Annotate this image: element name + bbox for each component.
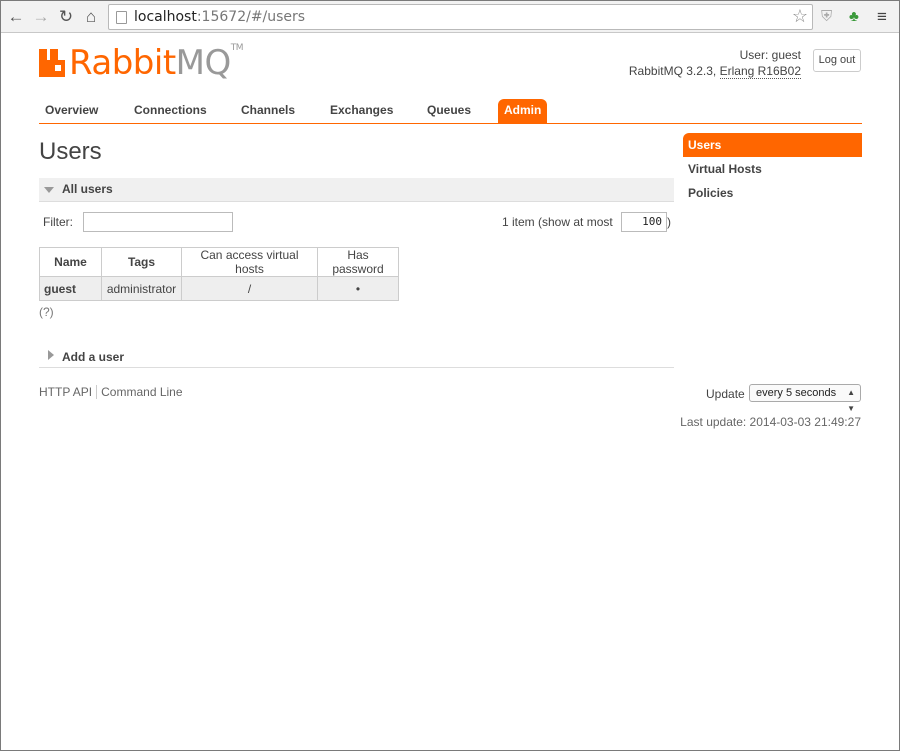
tab-channels[interactable]: Channels	[235, 99, 301, 123]
tab-exchanges[interactable]: Exchanges	[324, 99, 399, 123]
filter-label: Filter:	[43, 215, 73, 229]
tab-connections[interactable]: Connections	[128, 99, 213, 123]
update-interval-value: every 5 seconds	[756, 387, 837, 399]
sidebar-item-virtual-hosts[interactable]: Virtual Hosts	[683, 157, 862, 181]
users-table: Name Tags Can access virtual hosts Has p…	[39, 247, 399, 301]
url-path: :15672/#/users	[196, 9, 306, 25]
footer-divider	[96, 385, 98, 399]
collapse-triangle-icon	[44, 187, 54, 193]
user-vhosts: /	[181, 276, 318, 301]
tab-admin[interactable]: Admin	[498, 99, 548, 123]
sidebar-item-users[interactable]: Users	[683, 133, 862, 157]
tab-overview[interactable]: Overview	[39, 99, 104, 123]
main-tabs: Overview Connections Channels Exchanges …	[39, 99, 862, 124]
update-interval-select[interactable]: every 5 seconds ▲ ▼	[749, 384, 861, 413]
forward-icon[interactable]: →	[30, 6, 52, 28]
shield-icon[interactable]: ⛨	[821, 6, 832, 28]
http-api-link[interactable]: HTTP API	[39, 385, 92, 399]
close-paren: )	[667, 215, 671, 229]
back-icon[interactable]: ←	[5, 6, 27, 28]
sidebar-item-policies[interactable]: Policies	[683, 181, 862, 205]
filter-input[interactable]	[83, 212, 233, 232]
table-header-row: Name Tags Can access virtual hosts Has p…	[39, 247, 399, 277]
all-users-header[interactable]: All users	[39, 178, 674, 202]
help-link[interactable]: (?)	[39, 305, 54, 319]
version-text: RabbitMQ 3.2.3,	[628, 64, 717, 78]
footer-links: HTTP API Command Line	[39, 385, 183, 399]
expand-triangle-icon	[48, 350, 54, 360]
command-line-link[interactable]: Command Line	[101, 385, 182, 399]
home-icon[interactable]: ⌂	[80, 6, 102, 28]
menu-icon[interactable]: ≡	[877, 6, 887, 28]
last-update: Last update: 2014-03-03 21:49:27	[680, 415, 861, 429]
select-arrows-icon: ▲ ▼	[847, 388, 855, 413]
user-name-link[interactable]: guest	[39, 276, 102, 301]
address-bar[interactable]: localhost:15672/#/users ☆	[108, 4, 813, 30]
col-tags[interactable]: Tags	[101, 247, 182, 277]
user-has-password: •	[317, 276, 399, 301]
user-info: User: guest RabbitMQ 3.2.3, Erlang R16B0…	[629, 47, 801, 79]
logo-tm: TM	[230, 43, 244, 53]
erlang-version: Erlang R16B02	[719, 64, 801, 79]
page-icon	[116, 11, 127, 24]
rabbit-logo-icon	[39, 49, 65, 77]
add-user-heading: Add a user	[62, 350, 125, 364]
star-icon[interactable]: ☆	[792, 6, 808, 27]
table-row[interactable]: guest administrator / •	[39, 276, 399, 301]
user-label: User: guest	[739, 48, 801, 62]
max-items-input[interactable]: 100	[621, 212, 667, 232]
url-text[interactable]: localhost:15672/#/users	[134, 9, 305, 25]
col-has-password: Has password	[317, 247, 399, 277]
reload-icon[interactable]: ↻	[55, 6, 77, 28]
browser-toolbar: ← → ↻ ⌂ localhost:15672/#/users ☆ ⛨ ♣ ≡	[1, 1, 899, 33]
all-users-heading: All users	[62, 182, 113, 196]
url-host: localhost	[134, 9, 197, 25]
logo-mq: MQ	[175, 43, 232, 83]
admin-sidebar: Users Virtual Hosts Policies	[683, 133, 862, 205]
logo-text: RabbitMQTM	[69, 43, 244, 83]
page-title: Users	[39, 138, 102, 165]
item-count: 1 item (show at most	[502, 215, 613, 229]
add-user-header[interactable]: Add a user	[39, 344, 674, 368]
logout-button[interactable]: Log out	[813, 49, 861, 72]
logo-rabbit: Rabbit	[69, 43, 176, 83]
col-name[interactable]: Name	[39, 247, 102, 277]
update-label: Update	[706, 387, 745, 401]
user-tags: administrator	[101, 276, 182, 301]
extension-icon[interactable]: ♣	[849, 6, 859, 28]
col-vhosts: Can access virtual hosts	[181, 247, 318, 277]
tab-queues[interactable]: Queues	[421, 99, 477, 123]
version-line: RabbitMQ 3.2.3, Erlang R16B02	[629, 63, 801, 79]
